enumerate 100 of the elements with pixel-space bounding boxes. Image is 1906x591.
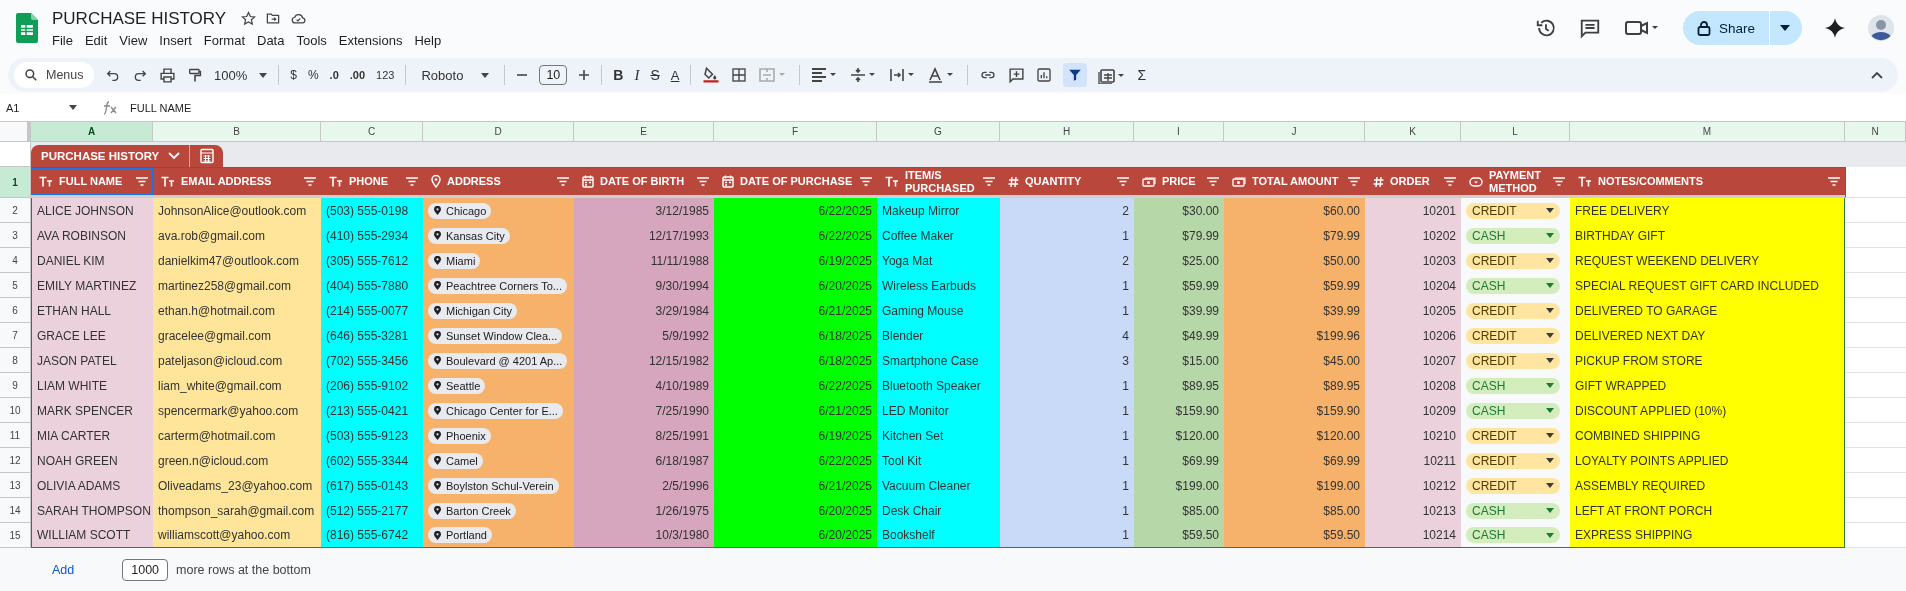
bold-button[interactable]: B xyxy=(613,67,624,83)
dropdown-chip[interactable]: CASH xyxy=(1466,527,1560,543)
row-header[interactable]: 1 xyxy=(0,167,31,198)
filter-button[interactable] xyxy=(1063,63,1088,87)
row-header[interactable]: 7 xyxy=(0,323,31,348)
filter-icon[interactable] xyxy=(1207,177,1219,186)
sparkle-icon[interactable] xyxy=(1824,17,1846,39)
dropdown-chip[interactable]: CASH xyxy=(1466,502,1560,519)
dropdown-chip[interactable]: CREDIT xyxy=(1466,327,1560,344)
dropdown-chip[interactable]: CREDIT xyxy=(1466,302,1560,319)
avatar-icon[interactable] xyxy=(1868,15,1894,41)
sum-button[interactable]: Σ xyxy=(1137,67,1147,83)
location-chip[interactable]: Chicago xyxy=(428,202,492,219)
location-chip[interactable]: Barton Creek xyxy=(428,502,516,519)
column-heading[interactable]: ADDRESS xyxy=(423,167,574,198)
document-title[interactable]: PURCHASE HISTORY xyxy=(52,8,227,29)
location-chip[interactable]: Sunset Window Clea... xyxy=(428,327,563,344)
filter-icon[interactable] xyxy=(983,177,995,186)
row-header[interactable]: 3 xyxy=(0,223,31,248)
filter-icon[interactable] xyxy=(1117,177,1129,186)
font-size-field[interactable]: 10 xyxy=(539,65,568,85)
share-button[interactable]: Share xyxy=(1682,11,1802,45)
column-header[interactable]: G xyxy=(877,122,1000,142)
location-chip[interactable]: Phoenix xyxy=(428,427,491,444)
caret-icon[interactable] xyxy=(1780,25,1790,31)
print-icon[interactable] xyxy=(159,66,176,84)
row-header[interactable]: 9 xyxy=(0,373,31,398)
row-header[interactable]: 13 xyxy=(0,473,31,498)
zoom-select[interactable]: 100% xyxy=(214,67,268,83)
dropdown-chip[interactable]: CASH xyxy=(1466,377,1560,394)
folder-icon[interactable] xyxy=(265,11,282,26)
strikethrough-button[interactable]: S xyxy=(650,67,660,83)
dropdown-chip[interactable]: CASH xyxy=(1466,227,1560,244)
row-header[interactable]: 15 xyxy=(0,523,31,548)
column-header[interactable]: F xyxy=(714,122,877,142)
percent-format-button[interactable]: % xyxy=(307,68,319,82)
sheets-logo-icon[interactable] xyxy=(16,13,38,43)
location-chip[interactable]: Michigan City xyxy=(428,302,518,319)
row-header[interactable]: 5 xyxy=(0,273,31,298)
column-heading[interactable]: DATE OF PURCHASE xyxy=(714,167,877,198)
dropdown-chip[interactable]: CREDIT xyxy=(1466,252,1560,269)
column-header[interactable]: B xyxy=(153,122,321,142)
dropdown-chip[interactable]: CASH xyxy=(1466,402,1560,419)
column-header[interactable]: E xyxy=(574,122,714,142)
menu-item[interactable]: Help xyxy=(414,32,449,48)
column-heading[interactable]: DATE OF BIRTH xyxy=(574,167,714,198)
filter-icon[interactable] xyxy=(1444,177,1456,186)
column-heading[interactable]: ORDER xyxy=(1365,167,1461,198)
name-box[interactable]: A1 xyxy=(6,101,78,114)
filter-icon[interactable] xyxy=(1553,177,1565,186)
row-header[interactable]: 6 xyxy=(0,298,31,323)
column-heading[interactable]: PRICE xyxy=(1134,167,1224,198)
location-chip[interactable]: Boylston Schul-Verein xyxy=(428,477,559,494)
column-heading[interactable]: TOTAL AMOUNT xyxy=(1224,167,1365,198)
decrease-decimal-button[interactable]: .0 xyxy=(329,69,339,81)
column-header[interactable]: C xyxy=(321,122,423,142)
filter-icon[interactable] xyxy=(697,177,709,186)
row-header[interactable]: 11 xyxy=(0,423,31,448)
chart-icon[interactable] xyxy=(1036,67,1053,83)
location-chip[interactable]: Seattle xyxy=(428,377,486,394)
column-header[interactable]: K xyxy=(1365,122,1461,142)
cloud-icon[interactable] xyxy=(290,11,308,26)
table-view-icon[interactable] xyxy=(1098,66,1127,84)
menu-item[interactable]: Insert xyxy=(159,32,199,48)
dropdown-chip[interactable]: CREDIT xyxy=(1466,477,1560,494)
filter-icon[interactable] xyxy=(860,177,872,186)
currency-format-button[interactable]: $ xyxy=(290,68,297,82)
menu-item[interactable]: Tools xyxy=(296,32,334,48)
filter-icon[interactable] xyxy=(557,177,569,186)
location-chip[interactable]: Camel xyxy=(428,452,483,469)
table-name-tab[interactable]: PURCHASE HISTORY xyxy=(31,145,224,167)
location-chip[interactable]: Portland xyxy=(428,527,492,543)
menu-item[interactable]: Format xyxy=(203,32,252,48)
menus-search-field[interactable]: Menus xyxy=(14,62,94,88)
column-heading[interactable]: EMAIL ADDRESS xyxy=(153,167,321,198)
history-icon[interactable] xyxy=(1534,17,1557,39)
dropdown-chip[interactable]: CASH xyxy=(1466,277,1560,294)
fill-color-icon[interactable] xyxy=(702,66,721,84)
column-heading[interactable]: PHONE xyxy=(321,167,423,198)
chevron-down-icon[interactable] xyxy=(168,152,181,160)
row-header[interactable]: 14 xyxy=(0,498,31,523)
column-heading[interactable]: QUANTITY xyxy=(1000,167,1134,198)
column-header[interactable]: N xyxy=(1845,122,1906,142)
plus-icon[interactable] xyxy=(578,69,591,81)
menu-item[interactable]: File xyxy=(52,32,80,48)
column-header[interactable]: A xyxy=(31,122,153,142)
row-header[interactable]: 2 xyxy=(0,198,31,223)
column-header[interactable]: I xyxy=(1134,122,1224,142)
font-select[interactable]: Roboto xyxy=(417,67,494,83)
formula-field[interactable]: FULL NAME xyxy=(130,101,192,114)
dropdown-chip[interactable]: CREDIT xyxy=(1466,452,1560,469)
menu-item[interactable]: Extensions xyxy=(338,32,410,48)
filter-icon[interactable] xyxy=(1828,177,1840,186)
column-header[interactable]: D xyxy=(423,122,574,142)
column-header[interactable]: L xyxy=(1461,122,1570,142)
column-header[interactable]: H xyxy=(1000,122,1134,142)
location-chip[interactable]: Miami xyxy=(428,252,481,269)
filter-icon[interactable] xyxy=(136,177,148,186)
star-icon[interactable] xyxy=(241,11,257,26)
row-header[interactable]: 12 xyxy=(0,448,31,473)
